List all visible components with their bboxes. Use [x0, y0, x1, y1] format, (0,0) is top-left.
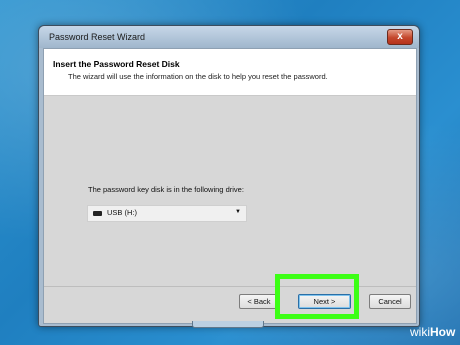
close-icon: x [397, 31, 403, 42]
wikihow-watermark: wikiHow [410, 325, 455, 339]
drive-prompt: The password key disk is in the followin… [88, 185, 244, 194]
window-title: Password Reset Wizard [49, 32, 146, 42]
step-description: The wizard will use the information on t… [68, 72, 328, 81]
footer-divider [44, 286, 416, 287]
watermark-how: How [430, 325, 456, 339]
wizard-header: Insert the Password Reset Disk The wizar… [44, 49, 416, 96]
drive-dropdown[interactable]: USB (H:) ▼ [87, 205, 247, 222]
wizard-client-area: Insert the Password Reset Disk The wizar… [43, 48, 417, 324]
drive-dropdown-value: USB (H:) [107, 208, 137, 217]
close-button[interactable]: x [387, 29, 413, 45]
chevron-down-icon: ▼ [235, 209, 241, 215]
step-title: Insert the Password Reset Disk [53, 59, 180, 69]
back-button[interactable]: < Back [239, 294, 279, 309]
title-bar[interactable]: Password Reset Wizard x [39, 26, 419, 48]
watermark-wiki: wiki [410, 325, 430, 339]
wizard-window: Password Reset Wizard x Insert the Passw… [38, 25, 420, 327]
window-resize-tab [192, 321, 264, 328]
cancel-button[interactable]: Cancel [369, 294, 411, 309]
next-button-highlight [275, 274, 359, 319]
usb-drive-icon [93, 211, 102, 216]
